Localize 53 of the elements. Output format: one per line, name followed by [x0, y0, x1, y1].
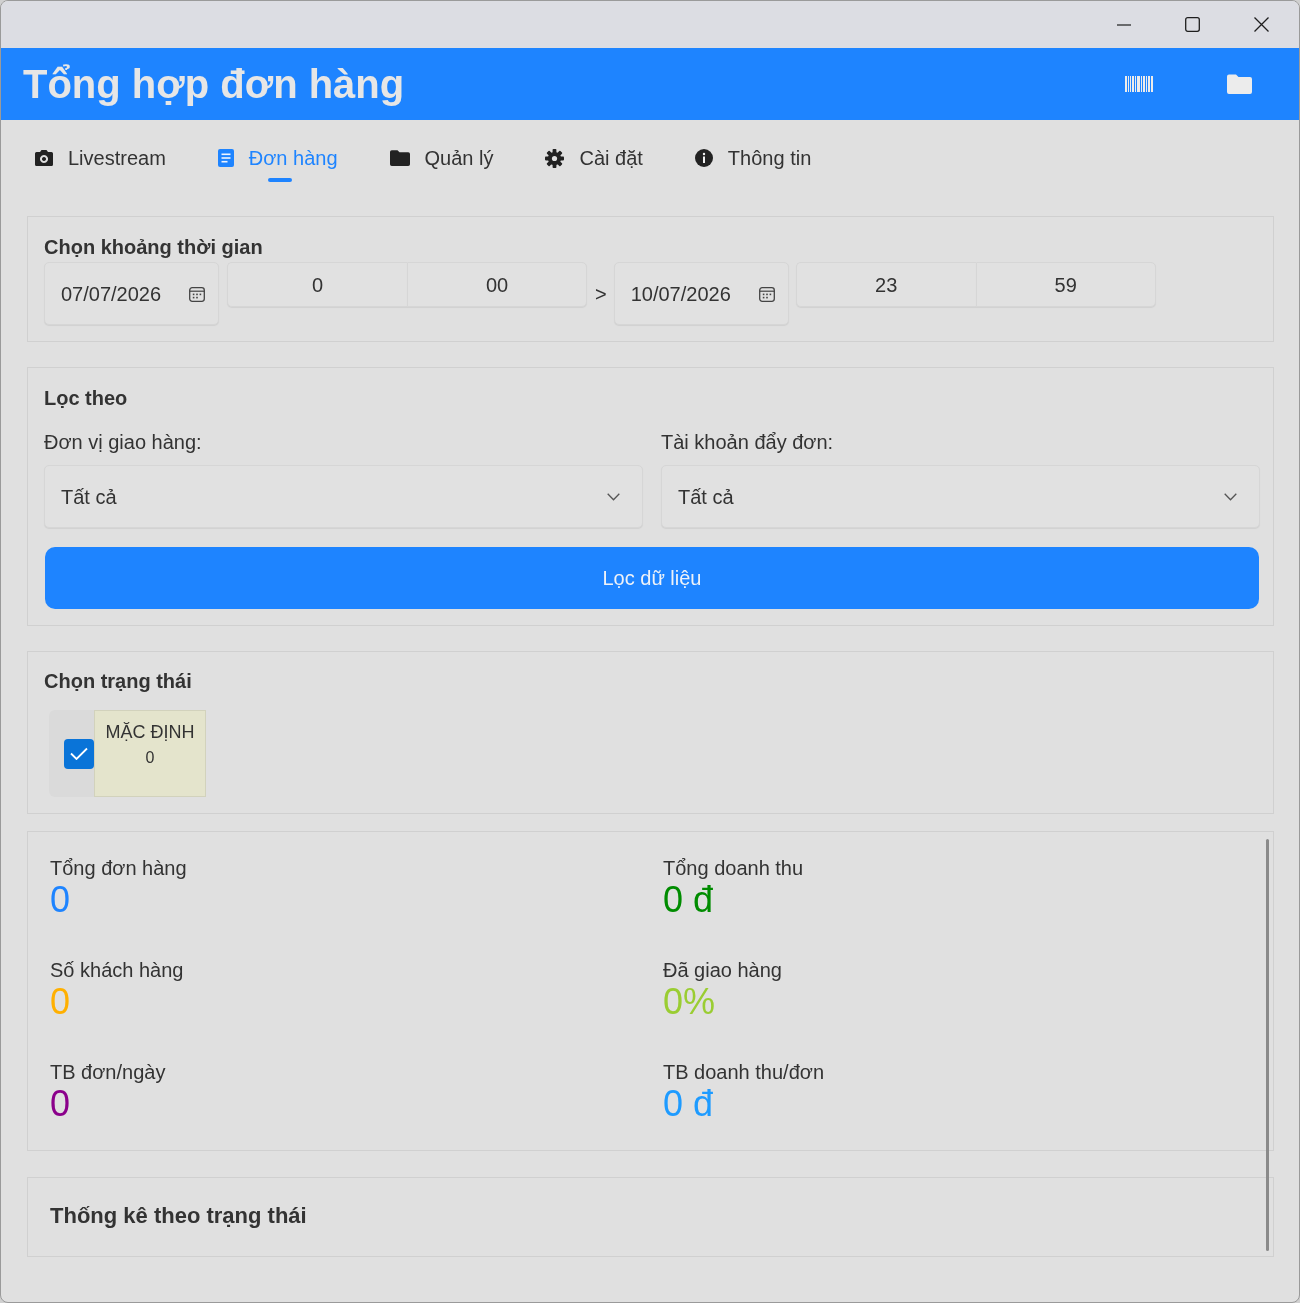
hour-field[interactable]: 23 [795, 262, 976, 307]
date-field[interactable]: 07/07/2026 [44, 262, 219, 325]
stat-label: Tổng doanh thu [663, 856, 805, 880]
checkbox[interactable] [64, 738, 94, 769]
section-title: Chọn trạng thái [44, 669, 193, 693]
dropdown[interactable]: Tất cả [661, 465, 1260, 528]
stat-value: 0 đ [663, 1084, 715, 1124]
hour-field[interactable]: 0 [227, 262, 407, 307]
section-title: Lọc theo [44, 386, 129, 410]
active-tab-indicator [267, 178, 292, 182]
stat-label: Tổng đơn hàng [50, 856, 188, 880]
app-title: Tổng hợp đơn hàng [23, 64, 406, 104]
minute-field[interactable]: 00 [407, 262, 587, 307]
folder-icon[interactable] [1227, 74, 1252, 94]
stat-label: Số khách hàng [50, 958, 185, 982]
calendar-icon[interactable] [189, 285, 205, 302]
info-icon [694, 149, 713, 167]
stat-label: TB đơn/ngày [50, 1060, 167, 1084]
section-title: Thống kê theo trạng thái [50, 1204, 308, 1228]
minute-field[interactable]: 59 [975, 262, 1156, 307]
tab[interactable]: Thông tin [694, 146, 812, 182]
calendar-icon[interactable] [758, 285, 775, 302]
field-label: Tài khoản đẩy đơn: [661, 430, 835, 454]
chevron-down-icon [607, 492, 620, 501]
check-icon [70, 747, 88, 760]
status-count: 0 [145, 748, 155, 768]
stat-value: 0% [663, 982, 717, 1022]
maximize-icon[interactable] [1185, 17, 1200, 32]
stat-value: 0 đ [663, 880, 715, 920]
tab[interactable]: Quản lý [389, 146, 494, 182]
section-title: Chọn khoảng thời gian [44, 235, 264, 259]
gear-icon [545, 148, 565, 168]
tab[interactable]: Cài đặt [545, 146, 643, 182]
chevron-down-icon [1224, 492, 1237, 501]
date-field[interactable]: 10/07/2026 [613, 262, 789, 325]
folder-icon [389, 150, 410, 166]
stat-label: Đã giao hàng [663, 958, 783, 982]
stat-value: 0 [50, 880, 72, 920]
field-label: Đơn vị giao hàng: [44, 430, 203, 454]
barcode-icon[interactable] [1125, 76, 1153, 92]
tab[interactable]: Livestream [35, 146, 166, 182]
stat-value: 0 [50, 1084, 72, 1124]
close-icon[interactable] [1254, 17, 1269, 32]
status-name: MẶC ĐỊNH [105, 721, 195, 743]
document-icon [217, 149, 234, 167]
camera-icon [35, 150, 53, 166]
minimize-icon[interactable] [1117, 23, 1131, 26]
scrollbar[interactable] [1266, 839, 1269, 1251]
range-separator: > [595, 281, 607, 307]
stat-label: TB doanh thu/đơn [663, 1060, 825, 1084]
dropdown[interactable]: Tất cả [44, 465, 643, 528]
status-chip[interactable]: MẶC ĐỊNH 0 [49, 710, 206, 797]
stat-value: 0 [50, 982, 72, 1022]
